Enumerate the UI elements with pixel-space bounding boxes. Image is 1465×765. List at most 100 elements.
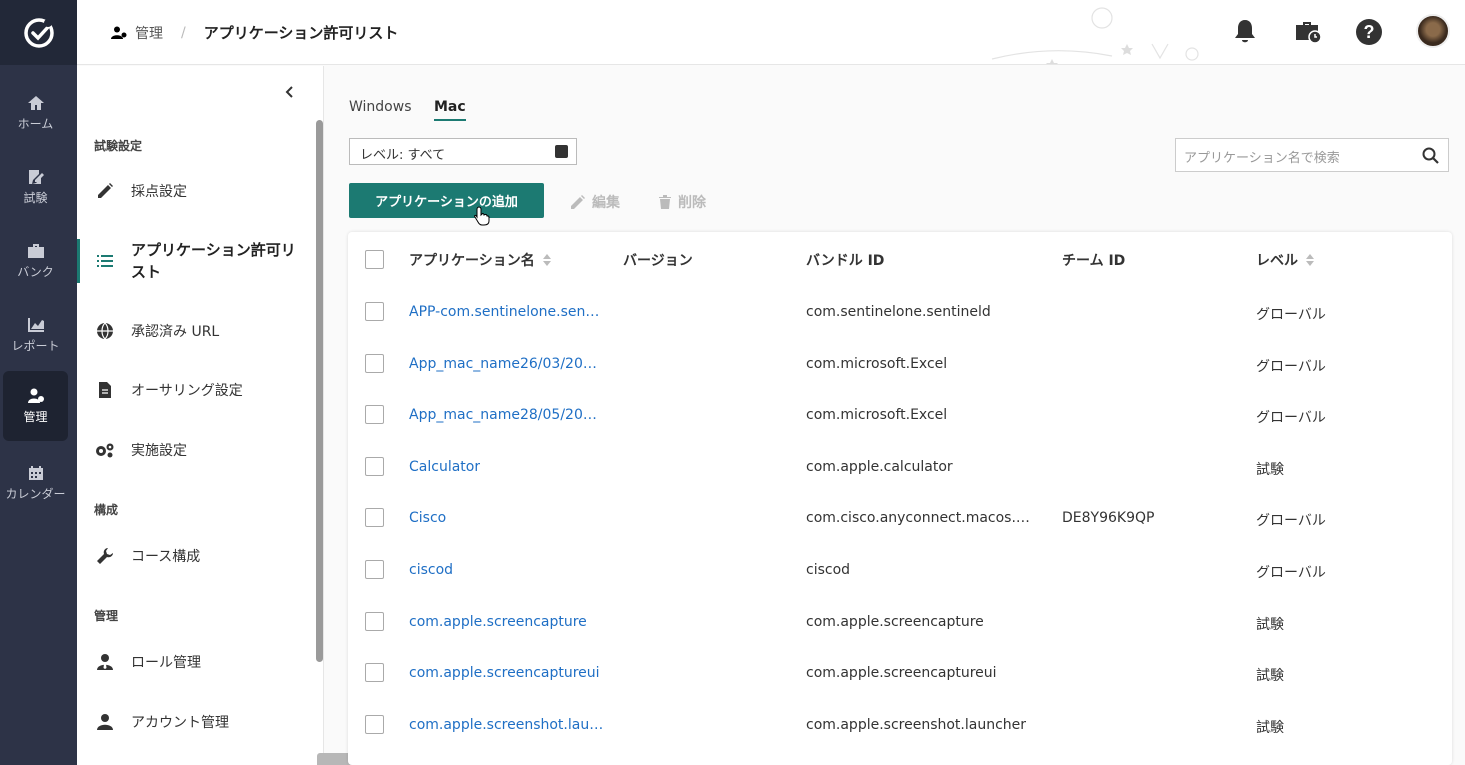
row-checkbox[interactable] <box>365 715 384 734</box>
sidebar-item-delivery[interactable]: 実施設定 <box>77 440 313 460</box>
sidebar-item-role-management[interactable]: ロール管理 <box>77 652 313 672</box>
briefcase-clock-button[interactable] <box>1292 16 1324 48</box>
trash-icon <box>659 195 671 209</box>
app-name-link[interactable]: App_mac_name28/05/202… <box>409 407 604 423</box>
app-name-link[interactable]: APP-com.sentinelone.sent… <box>409 304 604 320</box>
app-name-link[interactable]: Cisco <box>409 510 446 526</box>
sidebar-item-label: コース構成 <box>131 549 201 565</box>
admin-icon <box>111 26 127 39</box>
column-header-label: バンドル ID <box>806 253 885 269</box>
table-row[interactable]: APP-com.sentinelone.sent… com.sentinelone… <box>348 302 1452 326</box>
nav-calendar[interactable]: カレンダー <box>3 448 68 518</box>
sidebar-item-scoring[interactable]: 採点設定 <box>77 181 313 201</box>
nav-admin[interactable]: 管理 <box>3 371 68 441</box>
top-header: 管理 / アプリケーション許可リスト ? <box>77 0 1465 65</box>
row-checkbox[interactable] <box>365 354 384 373</box>
app-name-link[interactable]: com.apple.screencapture <box>409 614 587 630</box>
column-header-label: バージョン <box>623 253 693 269</box>
level-filter-select[interactable]: レベル: すべて <box>349 138 577 165</box>
edit-label: 編集 <box>592 195 620 211</box>
sidebar-item-approved-url[interactable]: 承認済み URL <box>77 321 313 341</box>
table-row[interactable]: com.apple.screencaptureui com.apple.scree… <box>348 663 1452 687</box>
row-checkbox[interactable] <box>365 663 384 682</box>
column-header-label: レベル <box>1256 253 1298 269</box>
settings-sidebar: 試験設定 採点設定 アプリケーション許可リスト 承認済み URL オーサリング設… <box>77 66 324 765</box>
column-header-label: チーム ID <box>1062 253 1126 269</box>
table-row[interactable]: ciscod ciscod グローバル <box>348 560 1452 584</box>
delete-button[interactable]: 削除 <box>658 192 706 212</box>
svg-text:?: ? <box>1364 22 1375 42</box>
tab-windows[interactable]: Windows <box>349 99 412 115</box>
column-header-label: アプリケーション名 <box>409 253 535 269</box>
level-cell: 試験 <box>1256 462 1284 478</box>
app-name-link[interactable]: App_mac_name26/03/202… <box>409 356 604 372</box>
row-checkbox[interactable] <box>365 405 384 424</box>
team-id-cell: DE8Y96K9QP <box>1062 510 1155 526</box>
pencil-icon <box>571 195 585 209</box>
delete-label: 削除 <box>678 195 706 211</box>
search-icon[interactable] <box>1422 147 1439 164</box>
nav-label: 試験 <box>23 191 48 205</box>
sidebar-item-label: オーサリング設定 <box>131 383 243 399</box>
app-name-link[interactable]: com.apple.screencaptureui <box>409 665 600 681</box>
level-cell: グローバル <box>1256 410 1326 426</box>
sidebar-item-label: ロール管理 <box>131 655 201 671</box>
decorative-doodle <box>991 7 1199 64</box>
app-name-link[interactable]: Calculator <box>409 459 480 475</box>
user-tie-icon <box>95 652 115 672</box>
table-row[interactable]: com.apple.screenshot.laun… com.apple.scre… <box>348 715 1452 739</box>
row-checkbox[interactable] <box>365 457 384 476</box>
nav-exam[interactable]: 試験 <box>3 152 68 222</box>
sidebar-item-authoring[interactable]: オーサリング設定 <box>77 380 313 400</box>
nav-label: レポート <box>11 339 60 353</box>
nav-bank[interactable]: バンク <box>3 226 68 296</box>
breadcrumb-parent[interactable]: 管理 <box>135 23 163 43</box>
column-header-level[interactable]: レベル <box>1256 250 1314 270</box>
table-row[interactable]: Cisco com.cisco.anyconnect.macos.ac… DE8Y9… <box>348 508 1452 532</box>
sidebar-scrollbar[interactable] <box>316 120 323 662</box>
add-application-button[interactable]: アプリケーションの追加 <box>349 183 544 218</box>
table-row[interactable]: com.apple.screencapture com.apple.screenc… <box>348 612 1452 636</box>
tab-mac[interactable]: Mac <box>434 99 466 121</box>
column-header-app-name[interactable]: アプリケーション名 <box>409 250 551 270</box>
search-input[interactable]: アプリケーション名で検索 <box>1175 138 1449 172</box>
user-icon <box>95 712 115 732</box>
app-table: アプリケーション名 バージョン バンドル ID チーム ID レベル APP-c… <box>348 232 1452 765</box>
app-name-link[interactable]: com.apple.screenshot.laun… <box>409 717 604 733</box>
row-checkbox[interactable] <box>365 612 384 631</box>
sort-icon[interactable] <box>1306 254 1314 266</box>
sort-icon[interactable] <box>542 254 551 266</box>
bundle-id-cell: com.apple.screencaptureui <box>806 665 997 681</box>
nav-label: バンク <box>17 265 54 279</box>
row-checkbox[interactable] <box>365 302 384 321</box>
table-row[interactable]: Calculator com.apple.calculator 試験 <box>348 457 1452 481</box>
chevron-left-icon[interactable] <box>282 84 298 100</box>
table-row[interactable]: App_mac_name28/05/202… com.microsoft.Exce… <box>348 405 1452 429</box>
app-name-link[interactable]: ciscod <box>409 562 453 578</box>
nav-rail: ホーム 試験 バンク レポート 管理 カレンダー <box>0 0 77 765</box>
user-avatar[interactable] <box>1416 14 1450 48</box>
sidebar-item-course-structure[interactable]: コース構成 <box>77 546 313 566</box>
admin-icon <box>26 387 46 405</box>
select-all-checkbox[interactable] <box>365 250 384 269</box>
bundle-id-cell: com.cisco.anyconnect.macos.ac… <box>806 510 1038 526</box>
list-icon <box>95 251 115 271</box>
sidebar-item-label: アプリケーション許可リスト <box>131 241 296 281</box>
nav-home[interactable]: ホーム <box>3 78 68 148</box>
edit-button[interactable]: 編集 <box>570 192 620 212</box>
notification-bell[interactable] <box>1229 16 1261 48</box>
help-button[interactable]: ? <box>1353 16 1385 48</box>
nav-label: ホーム <box>17 117 54 131</box>
app-logo[interactable] <box>0 0 77 65</box>
section-title: 構成 <box>94 503 119 517</box>
report-icon <box>26 316 46 334</box>
row-checkbox[interactable] <box>365 560 384 579</box>
row-checkbox[interactable] <box>365 508 384 527</box>
table-row[interactable]: App_mac_name26/03/202… com.microsoft.Exce… <box>348 354 1452 378</box>
sidebar-item-account-management[interactable]: アカウント管理 <box>77 712 313 732</box>
pencil-icon <box>95 181 115 201</box>
level-cell: グローバル <box>1256 359 1326 375</box>
column-header-team-id: チーム ID <box>1062 250 1125 270</box>
sidebar-item-app-allowlist[interactable]: アプリケーション許可リスト <box>77 239 313 283</box>
nav-report[interactable]: レポート <box>3 300 68 370</box>
